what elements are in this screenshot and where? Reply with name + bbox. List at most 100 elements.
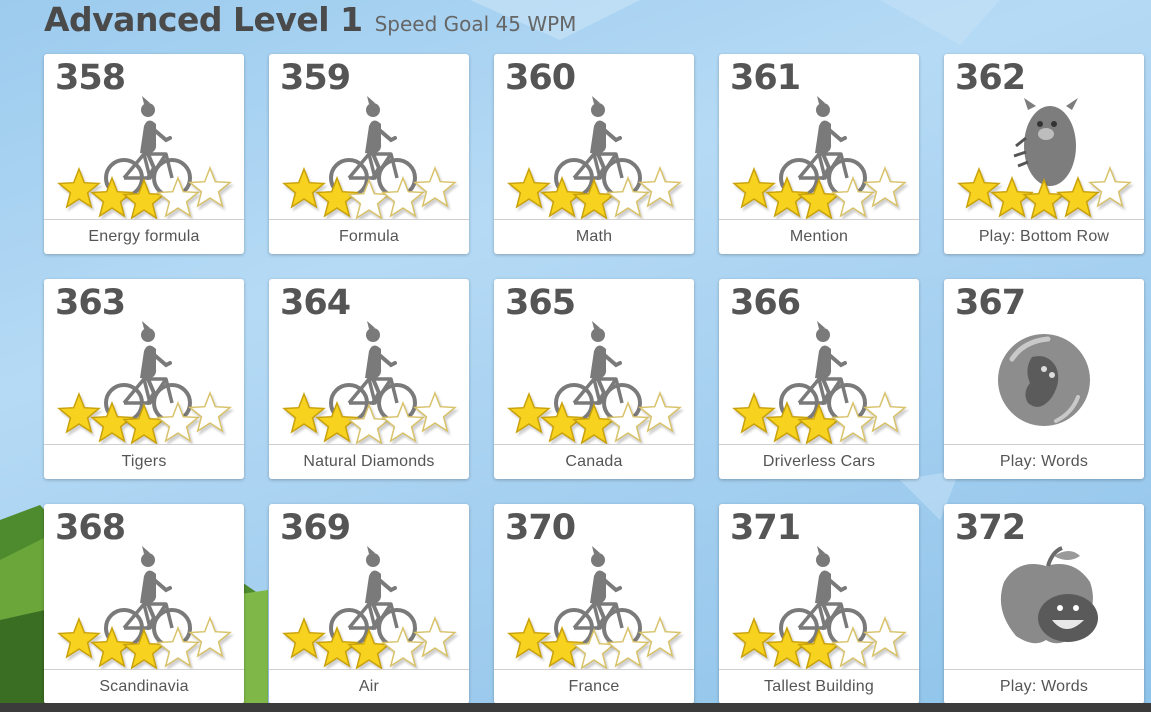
lesson-label: Formula [338,228,400,245]
star-filled-icon [57,166,101,209]
star-filled-icon [572,402,616,444]
star-empty-icon [638,615,682,658]
star-empty-icon [188,165,232,208]
level-header: Advanced Level 1 Speed Goal 45 WPM [44,0,576,42]
star-empty-icon [1088,165,1132,208]
star-filled-icon [282,391,326,434]
lesson-number: 358 [55,58,126,98]
lesson-illustration [507,321,682,444]
star-empty-icon [863,165,907,208]
star-filled-icon [57,391,101,434]
bubble-creature-icon [998,334,1090,426]
lesson-number: 367 [955,283,1026,323]
lesson-number: 363 [55,283,126,323]
lesson-illustration [282,321,457,444]
lesson-illustration [732,96,907,219]
lesson-card[interactable]: 368 Scandinavia [44,504,244,704]
lesson-label: Mention [789,228,849,245]
lesson-card[interactable]: 358 Energy formula [44,54,244,254]
star-empty-icon [638,390,682,433]
star-filled-icon [347,627,391,669]
lesson-number: 368 [55,508,126,548]
lesson-card[interactable]: 367 Play: Words [944,279,1144,479]
monster-icon [1013,98,1078,186]
lesson-number: 372 [955,508,1026,548]
lesson-illustration [282,96,457,219]
star-filled-icon [732,166,776,209]
lesson-illustration [57,546,232,669]
lesson-card[interactable]: 361 Mention [719,54,919,254]
star-rating [507,165,682,219]
lesson-illustration [507,96,682,219]
lesson-number: 361 [730,58,801,98]
star-rating [57,165,232,219]
star-empty-icon [413,390,457,433]
star-filled-icon [572,177,616,219]
lesson-card[interactable]: 369 Air [269,504,469,704]
lesson-label: Energy formula [88,228,200,245]
star-empty-icon [413,165,457,208]
lesson-label: Air [358,678,380,695]
lesson-card[interactable]: 370 France [494,504,694,704]
lesson-label: Scandinavia [99,678,189,695]
lesson-illustration [1000,546,1098,644]
lesson-illustration [732,546,907,669]
star-rating [57,390,232,444]
lesson-card[interactable]: 362 Play: Bottom Row [944,54,1144,254]
lesson-number: 359 [280,58,351,98]
lesson-label: Math [575,228,613,245]
lesson-label: Driverless Cars [762,453,876,470]
lesson-number: 371 [730,508,801,548]
star-rating [507,390,682,444]
lesson-illustration [57,96,232,219]
star-filled-icon [282,166,326,209]
lesson-illustration [732,321,907,444]
lesson-label: Natural Diamonds [303,453,435,470]
lesson-number: 360 [505,58,576,98]
lesson-label: France [568,678,620,695]
star-empty-icon [572,627,616,669]
star-filled-icon [732,391,776,434]
lesson-card[interactable]: 363 Tigers [44,279,244,479]
lesson-label: Canada [565,453,623,470]
lesson-card[interactable]: 371 Tallest Building [719,504,919,704]
star-empty-icon [413,615,457,658]
star-empty-icon [863,615,907,658]
lesson-card[interactable]: 364 Natural Diamonds [269,279,469,479]
lesson-illustration [57,321,232,444]
star-empty-icon [347,402,391,444]
lesson-card[interactable]: 366 Driverless Cars [719,279,919,479]
star-empty-icon [188,615,232,658]
lesson-label: Tallest Building [764,678,874,695]
lesson-card[interactable]: 365 Canada [494,279,694,479]
lesson-card[interactable]: 372 Play: Words [944,504,1144,704]
star-filled-icon [797,402,841,444]
star-filled-icon [507,616,551,659]
star-empty-icon [347,177,391,219]
star-rating [282,165,457,219]
star-filled-icon [732,616,776,659]
star-rating [732,165,907,219]
star-filled-icon [282,616,326,659]
star-filled-icon [797,177,841,219]
star-filled-icon [507,166,551,209]
bottom-bar [0,703,1151,712]
lesson-number: 365 [505,283,576,323]
star-rating [57,615,232,669]
lesson-card[interactable]: 360 Math [494,54,694,254]
star-filled-icon [57,616,101,659]
star-rating [732,615,907,669]
star-filled-icon [122,177,166,219]
lesson-number: 364 [280,283,351,323]
star-filled-icon [1022,177,1066,219]
lesson-label: Play: Words [999,678,1089,695]
star-filled-icon [797,627,841,669]
star-filled-icon [507,391,551,434]
star-filled-icon [957,166,1001,209]
apple-creature-icon [1000,546,1098,644]
lesson-label: Tigers [121,453,167,470]
lesson-card[interactable]: 359 Formula [269,54,469,254]
star-empty-icon [638,165,682,208]
lesson-illustration [282,546,457,669]
lesson-label: Play: Bottom Row [978,228,1110,245]
